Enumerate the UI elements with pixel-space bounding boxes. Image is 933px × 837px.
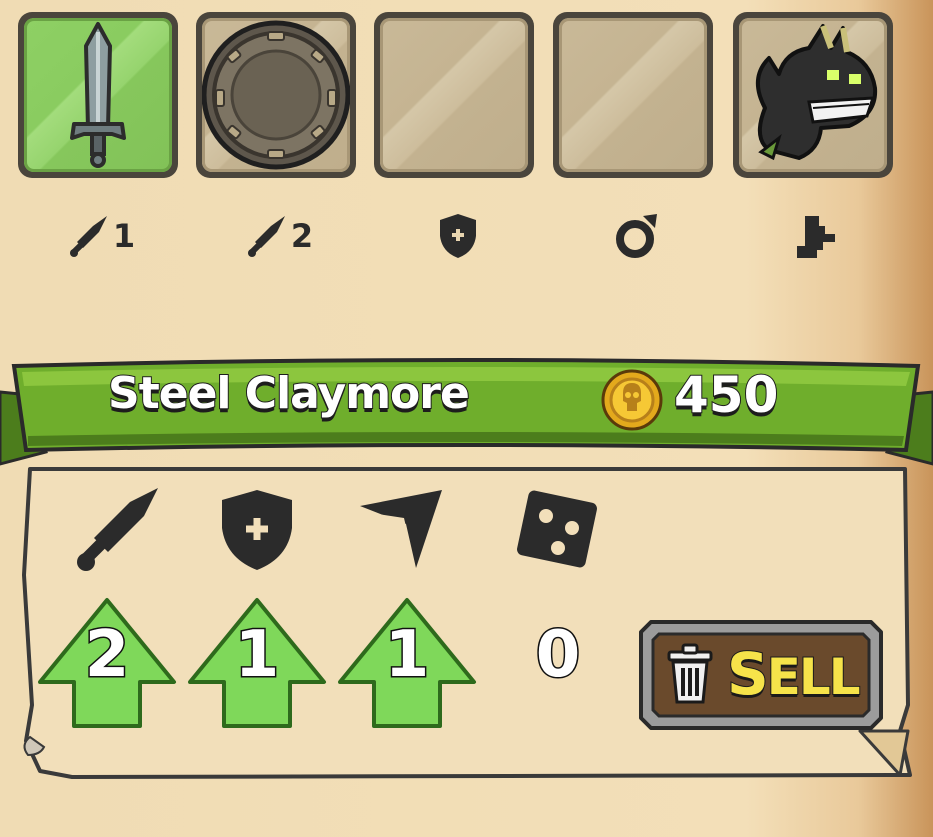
equipment-slot-weapon-1[interactable] [18, 12, 178, 178]
equipment-slot-armor[interactable] [374, 12, 534, 178]
shield-plus-icon [222, 490, 292, 570]
slot-label-ring [557, 206, 717, 266]
equipment-slot-ring[interactable] [553, 12, 713, 178]
equipment-slot-pet[interactable] [733, 12, 893, 178]
slot-label-number: 2 [290, 217, 314, 255]
item-name: Steel Claymore [107, 367, 471, 420]
trash-icon [667, 643, 713, 704]
crit-stat-value: 1 [383, 617, 431, 694]
defense-stat-value: 1 [233, 617, 281, 694]
skull-coin-icon [601, 369, 663, 431]
slot-label-armor [378, 206, 538, 266]
luck-stat-value: 0 [534, 617, 582, 694]
crit-angle-icon [360, 490, 442, 568]
slot-label-weapon-2: 2 [200, 206, 360, 266]
slot-label-pet [737, 206, 897, 266]
sword-icon [247, 216, 285, 257]
boot-icon [797, 216, 835, 258]
shield-plus-icon [440, 214, 476, 258]
slot-label-number: 1 [112, 217, 136, 255]
dice-icon [517, 490, 597, 568]
round-shield-icon [202, 20, 350, 170]
sword-icon [69, 216, 107, 257]
sword-icon [70, 22, 126, 168]
dragon-pet-icon [756, 24, 878, 161]
slot-label-weapon-1: 1 [22, 206, 182, 266]
sell-label-first: S [726, 639, 770, 709]
attack-stat-icon [77, 488, 158, 571]
ring-icon [616, 214, 657, 258]
sell-button-label[interactable]: SELL [726, 639, 862, 709]
item-price: 450 [673, 365, 779, 425]
sell-label-rest: ELL [766, 647, 862, 707]
equipment-slot-weapon-2[interactable] [196, 12, 356, 178]
attack-stat-value: 2 [83, 617, 131, 694]
